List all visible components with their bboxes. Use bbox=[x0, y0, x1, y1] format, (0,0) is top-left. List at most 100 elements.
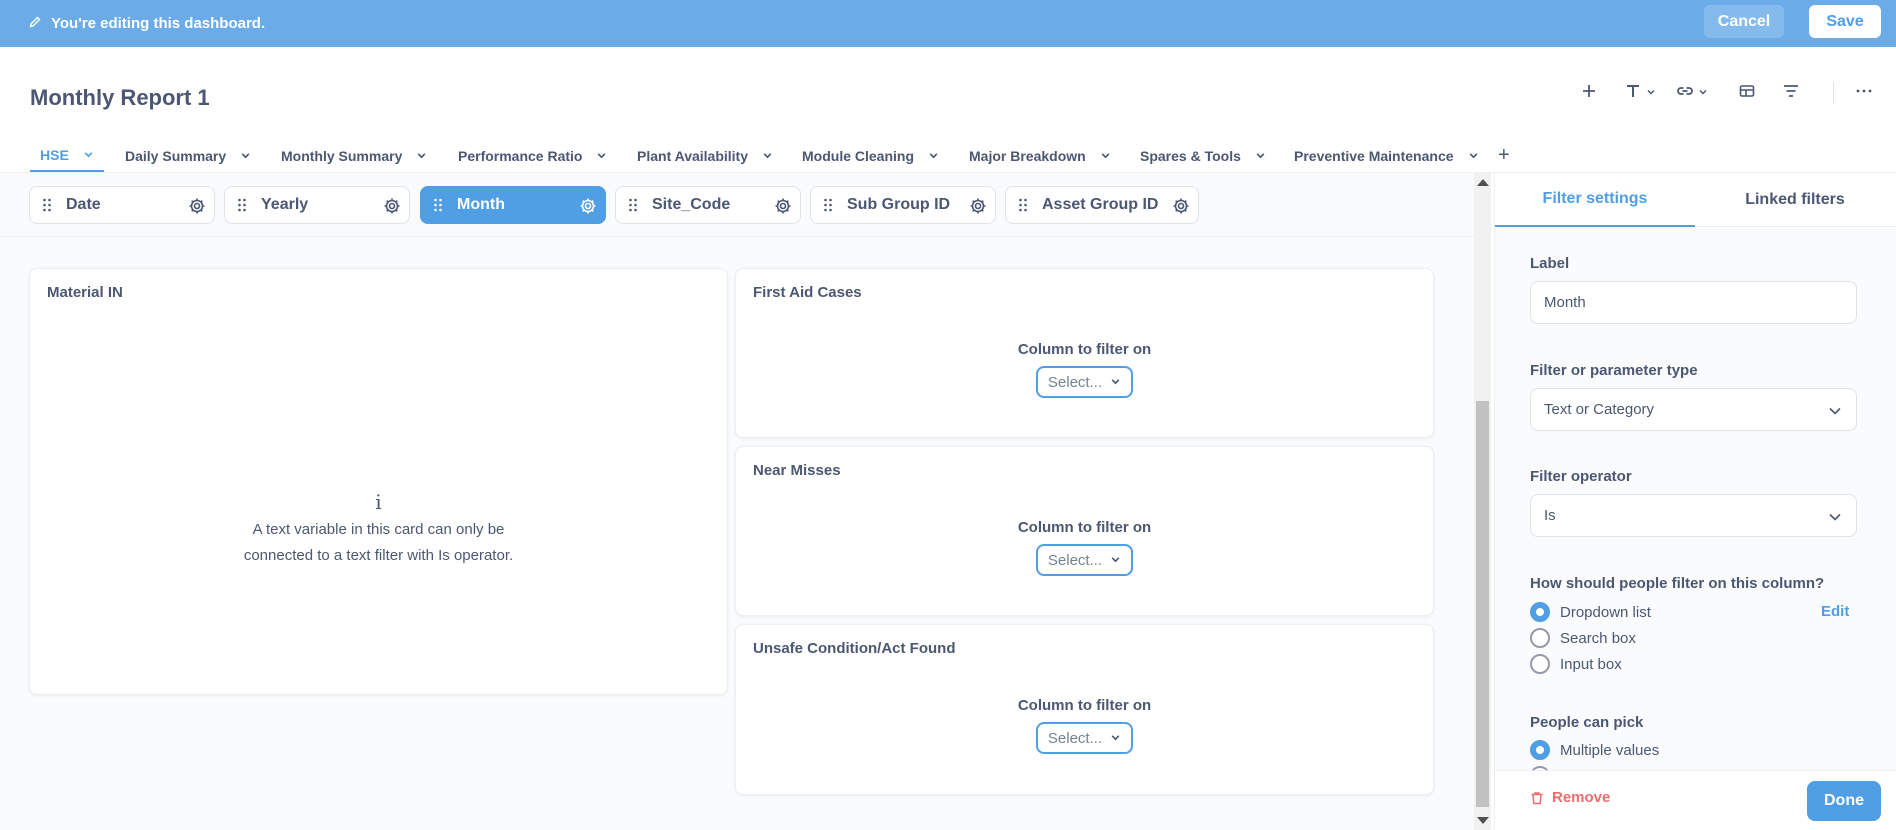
card-info-message: i A text variable in this card can only … bbox=[30, 489, 727, 569]
add-tab-button[interactable]: + bbox=[1498, 144, 1510, 167]
radio-checked-icon[interactable] bbox=[1530, 602, 1550, 622]
chevron-down-icon[interactable] bbox=[83, 147, 94, 163]
gear-icon[interactable] bbox=[383, 197, 401, 215]
drag-handle-icon[interactable] bbox=[1018, 198, 1028, 212]
edit-values-link[interactable]: Edit bbox=[1821, 603, 1849, 620]
card-material-in: Material IN i A text variable in this ca… bbox=[29, 268, 728, 695]
people-can-pick-title: People can pick bbox=[1530, 714, 1644, 731]
chevron-down-icon[interactable] bbox=[1255, 148, 1266, 164]
remove-filter-button[interactable]: Remove bbox=[1530, 789, 1610, 806]
chevron-down-icon[interactable] bbox=[416, 148, 427, 164]
column-select-button[interactable]: Select... bbox=[1035, 544, 1134, 576]
drag-handle-icon[interactable] bbox=[42, 198, 52, 212]
gear-icon[interactable] bbox=[774, 197, 792, 215]
tab-linked-filters[interactable]: Linked filters bbox=[1695, 173, 1895, 227]
chevron-down-icon bbox=[1646, 84, 1656, 102]
cancel-button[interactable]: Cancel bbox=[1704, 5, 1784, 38]
chevron-down-icon[interactable] bbox=[928, 148, 939, 164]
column-filter-label: Column to filter on bbox=[1017, 341, 1152, 358]
radio-unchecked-icon[interactable] bbox=[1530, 628, 1550, 648]
sidebar-body: Label Month Filter or parameter type Tex… bbox=[1495, 227, 1896, 770]
drag-handle-icon[interactable] bbox=[433, 198, 443, 212]
text-icon bbox=[1624, 82, 1642, 105]
chevron-down-icon bbox=[1698, 84, 1708, 102]
column-filter: Column to filter on Select... bbox=[736, 341, 1433, 398]
how-filter-title: How should people filter on this column? bbox=[1530, 575, 1825, 592]
card-first-aid-cases: First Aid Cases Column to filter on Sele… bbox=[735, 268, 1434, 438]
chevron-down-icon[interactable] bbox=[240, 148, 251, 164]
chevron-down-icon[interactable] bbox=[762, 148, 773, 164]
trash-icon bbox=[1531, 791, 1543, 804]
chevron-down-icon bbox=[1829, 513, 1841, 521]
tab-daily-summary[interactable]: Daily Summary bbox=[115, 140, 261, 172]
add-text-button[interactable] bbox=[1624, 80, 1656, 106]
canvas-scrollbar[interactable] bbox=[1474, 173, 1491, 830]
chevron-down-icon[interactable] bbox=[1100, 148, 1111, 164]
chevron-down-icon[interactable] bbox=[1468, 148, 1479, 164]
tab-plant-availability[interactable]: Plant Availability bbox=[627, 140, 783, 172]
tab-hse[interactable]: HSE bbox=[30, 140, 104, 172]
type-field-title: Filter or parameter type bbox=[1530, 362, 1698, 379]
gear-icon[interactable] bbox=[579, 197, 597, 215]
radio-input-box[interactable]: Input box bbox=[1530, 654, 1622, 674]
scroll-down-arrow-icon[interactable] bbox=[1477, 817, 1489, 824]
dashboard-tabs: HSE Daily Summary Monthly Summary Perfor… bbox=[30, 140, 1530, 172]
more-icon bbox=[1855, 82, 1873, 105]
radio-dropdown-list[interactable]: Dropdown list bbox=[1530, 602, 1651, 622]
gear-icon[interactable] bbox=[1172, 197, 1190, 215]
card-title: Unsafe Condition/Act Found bbox=[753, 640, 956, 657]
add-section-button[interactable] bbox=[1738, 80, 1756, 106]
save-button[interactable]: Save bbox=[1809, 5, 1881, 38]
drag-handle-icon[interactable] bbox=[237, 198, 247, 212]
dashboard-title[interactable]: Monthly Report 1 bbox=[30, 85, 210, 111]
tab-preventive-maintenance[interactable]: Preventive Maintenance bbox=[1284, 140, 1489, 172]
card-unsafe-condition: Unsafe Condition/Act Found Column to fil… bbox=[735, 624, 1434, 795]
column-select-button[interactable]: Select... bbox=[1035, 366, 1134, 398]
scrollbar-thumb[interactable] bbox=[1476, 401, 1489, 807]
add-filter-button[interactable] bbox=[1782, 80, 1800, 106]
drag-handle-icon[interactable] bbox=[628, 198, 638, 212]
filter-type-select[interactable]: Text or Category bbox=[1530, 388, 1857, 431]
radio-search-box[interactable]: Search box bbox=[1530, 628, 1636, 648]
drag-handle-icon[interactable] bbox=[823, 198, 833, 212]
chevron-down-icon bbox=[1110, 374, 1121, 391]
filter-widget-date[interactable]: Date bbox=[29, 186, 215, 224]
add-question-button[interactable] bbox=[1580, 80, 1598, 106]
filter-bar: Date Yearly Month Site_Code Sub Group ID… bbox=[0, 173, 1474, 237]
filter-widget-month[interactable]: Month bbox=[420, 186, 606, 224]
column-filter: Column to filter on Select... bbox=[736, 519, 1433, 576]
filter-operator-select[interactable]: Is bbox=[1530, 494, 1857, 537]
gear-icon[interactable] bbox=[188, 197, 206, 215]
chevron-down-icon bbox=[1829, 407, 1841, 415]
filter-widget-asset-group-id[interactable]: Asset Group ID bbox=[1005, 186, 1199, 224]
filter-widget-sub-group-id[interactable]: Sub Group ID bbox=[810, 186, 996, 224]
chevron-down-icon bbox=[1110, 730, 1121, 747]
done-button[interactable]: Done bbox=[1807, 781, 1881, 821]
filter-widget-site-code[interactable]: Site_Code bbox=[615, 186, 801, 224]
more-options-button[interactable] bbox=[1855, 80, 1873, 106]
tab-monthly-summary[interactable]: Monthly Summary bbox=[271, 140, 437, 172]
tab-spares-tools[interactable]: Spares & Tools bbox=[1130, 140, 1276, 172]
info-text: A text variable in this card can only be… bbox=[243, 521, 514, 564]
chevron-down-icon[interactable] bbox=[596, 148, 607, 164]
tab-major-breakdown[interactable]: Major Breakdown bbox=[959, 140, 1121, 172]
link-icon bbox=[1676, 82, 1694, 105]
radio-multiple-values[interactable]: Multiple values bbox=[1530, 740, 1659, 760]
column-filter-label: Column to filter on bbox=[1017, 519, 1152, 536]
sidebar-tabs: Filter settings Linked filters bbox=[1495, 173, 1896, 227]
tab-performance-ratio[interactable]: Performance Ratio bbox=[448, 140, 617, 172]
filter-widget-yearly[interactable]: Yearly bbox=[224, 186, 410, 224]
label-input[interactable]: Month bbox=[1530, 281, 1857, 324]
add-link-button[interactable] bbox=[1676, 80, 1708, 106]
column-filter: Column to filter on Select... bbox=[736, 697, 1433, 754]
scroll-up-arrow-icon[interactable] bbox=[1477, 179, 1489, 186]
radio-unchecked-icon[interactable] bbox=[1530, 654, 1550, 674]
info-icon: i bbox=[375, 490, 382, 514]
toolbar-divider bbox=[1833, 82, 1834, 104]
chevron-down-icon bbox=[1110, 552, 1121, 569]
column-select-button[interactable]: Select... bbox=[1035, 722, 1134, 754]
tab-filter-settings[interactable]: Filter settings bbox=[1495, 173, 1695, 227]
radio-checked-icon[interactable] bbox=[1530, 740, 1550, 760]
gear-icon[interactable] bbox=[969, 197, 987, 215]
tab-module-cleaning[interactable]: Module Cleaning bbox=[792, 140, 949, 172]
